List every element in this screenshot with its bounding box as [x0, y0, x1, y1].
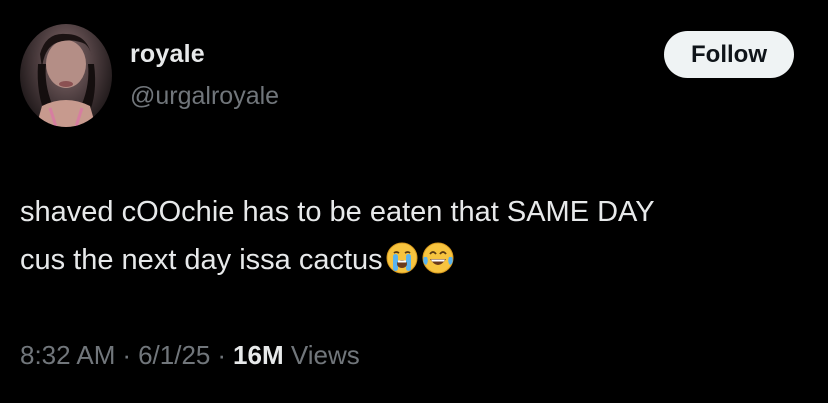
- tweet-line-2-text: cus the next day issa cactus: [20, 244, 383, 276]
- user-handle[interactable]: @urgalroyale: [130, 82, 279, 111]
- tweet-meta: 8:32 AM · 6/1/25 · 16M Views: [20, 340, 360, 371]
- tweet-time[interactable]: 8:32 AM: [20, 340, 115, 370]
- tweet-card: royale @urgalroyale Follow shaved cOOchi…: [0, 0, 828, 403]
- views-label: Views: [290, 340, 360, 370]
- avatar[interactable]: [20, 24, 112, 127]
- tweet-line-2: cus the next day issa cactus: [20, 236, 810, 284]
- face-with-tears-of-joy-icon: [421, 241, 455, 275]
- follow-button[interactable]: Follow: [664, 31, 794, 78]
- display-name[interactable]: royale: [130, 40, 205, 69]
- meta-separator: ·: [217, 340, 227, 370]
- views-count[interactable]: 16M: [233, 340, 284, 370]
- meta-separator: ·: [122, 340, 132, 370]
- tweet-date[interactable]: 6/1/25: [138, 340, 210, 370]
- tweet-line-1: shaved cOOchie has to be eaten that SAME…: [20, 196, 655, 228]
- tweet-text: shaved cOOchie has to be eaten that SAME…: [20, 188, 810, 284]
- loudly-crying-face-icon: [385, 241, 419, 275]
